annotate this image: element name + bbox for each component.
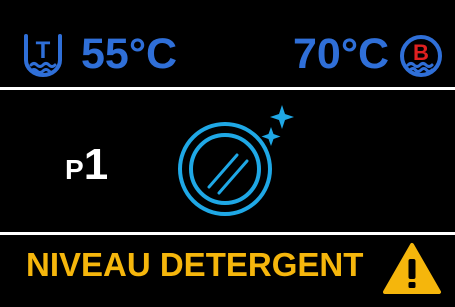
wash-temperature: 55°C: [81, 30, 178, 78]
top-divider: [0, 87, 455, 90]
warning-icon: [382, 242, 442, 296]
dishwasher-display: T 55°C 70°C B P1 NIVEAU DETERGENT: [0, 0, 455, 307]
program-number: 1: [83, 140, 109, 189]
bottom-divider: [0, 232, 455, 235]
alert-message: NIVEAU DETERGENT: [26, 246, 364, 283]
wash-tank-icon: T: [20, 32, 66, 78]
clean-plate-icon: [175, 103, 300, 218]
wash-tank-letter: T: [36, 37, 51, 64]
program-indicator: P1: [65, 140, 108, 190]
boiler-temperature: 70°C: [293, 30, 390, 78]
boiler-icon: B: [398, 34, 444, 80]
boiler-letter: B: [413, 40, 429, 65]
program-prefix: P: [65, 154, 84, 185]
